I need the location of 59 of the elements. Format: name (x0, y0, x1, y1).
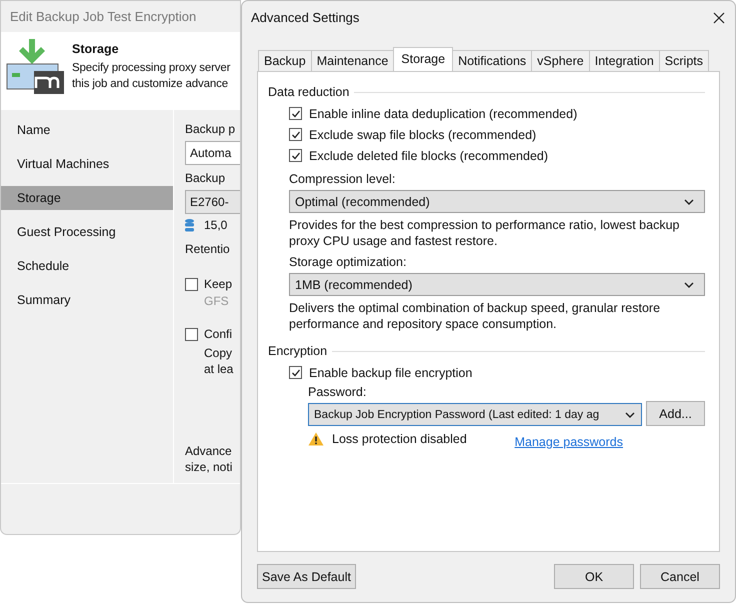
option-description: Provides for the best compression to performance ratio, lowest backup proxy CPU usage and fastest restore. (289, 217, 680, 249)
chevron-down-icon (684, 198, 694, 204)
vm-backup-icon (6, 38, 64, 96)
field-label: Backup p (185, 122, 236, 138)
checkbox[interactable] (185, 328, 198, 340)
dropdown[interactable]: Optimal (recommended) (289, 190, 705, 213)
warning-icon (308, 432, 324, 446)
add-button[interactable]: Add... (646, 401, 705, 426)
checkbox-label: Exclude swap file blocks (recommended) (309, 128, 536, 142)
wizard-step[interactable]: Storage (1, 186, 173, 210)
checkbox[interactable] (185, 278, 198, 290)
chevron-down-icon (684, 282, 694, 288)
chevron-down-icon (625, 412, 635, 418)
wizard-step[interactable]: Guest Processing (1, 220, 173, 244)
step-description: Specify processing proxy server this job and customize advance (72, 61, 230, 92)
dropdown[interactable]: 1MB (recommended) (289, 273, 705, 296)
checkbox-label: Enable backup file encryption (309, 366, 472, 380)
warning-text: Loss protection disabled (332, 432, 467, 446)
disabled-text: GFS (203, 294, 230, 308)
field-label: Password: (308, 384, 368, 401)
cancel-button[interactable]: Cancel (640, 564, 720, 589)
checkbox-label: Keep (204, 277, 232, 291)
checkbox-label: Confi (204, 327, 232, 341)
ok-button[interactable]: OK (554, 564, 634, 589)
group-title: Encryption (268, 344, 328, 358)
wizard-step[interactable]: Name (1, 118, 173, 142)
checkbox[interactable] (289, 107, 302, 120)
capacity-text: 15,0 (204, 218, 228, 232)
field-label: Storage optimization: (289, 254, 408, 271)
close-icon[interactable] (713, 12, 725, 24)
dialog-title: Advanced Settings (251, 10, 360, 25)
tab[interactable]: Scripts (658, 50, 709, 71)
option-description: Delivers the optimal combination of backup speed, granular restore performance and repository space consumption. (289, 300, 662, 332)
checkbox[interactable] (289, 149, 302, 162)
advanced-description: Advance size, noti (185, 443, 234, 475)
manage-passwords-link[interactable]: Manage passwords (514, 435, 623, 449)
field-label: Backup (185, 171, 226, 187)
tab[interactable]: Backup (258, 50, 312, 71)
wizard-step[interactable]: Summary (1, 288, 173, 312)
checkbox-label: Enable inline data deduplication (recommended) (309, 106, 578, 120)
tab[interactable]: Integration (588, 50, 660, 71)
dropdown[interactable]: E2760- (185, 190, 240, 214)
option-description: Copy at lea (203, 345, 234, 377)
wizard-step[interactable]: Virtual Machines (1, 152, 173, 176)
checkbox[interactable] (289, 366, 302, 379)
checkbox[interactable] (289, 128, 302, 141)
tab[interactable]: Storage (393, 47, 454, 71)
wizard-step[interactable]: Schedule (1, 254, 173, 278)
step-title: Storage (72, 42, 120, 56)
window-title: Edit Backup Job Test Encryption (9, 8, 198, 26)
field-label: Retentio (185, 242, 231, 258)
checkbox-label: Exclude deleted file blocks (recommended) (309, 148, 548, 162)
field-label: Compression level: (289, 171, 396, 188)
database-icon (185, 218, 194, 232)
dropdown[interactable]: Automa (185, 141, 240, 165)
save-as-default-button[interactable]: Save As Default (257, 564, 356, 589)
password-dropdown[interactable]: Backup Job Encryption Password (Last edited: 1 day ag (308, 403, 642, 426)
tab[interactable]: vSphere (531, 50, 590, 71)
group-title: Data reduction (268, 85, 350, 99)
